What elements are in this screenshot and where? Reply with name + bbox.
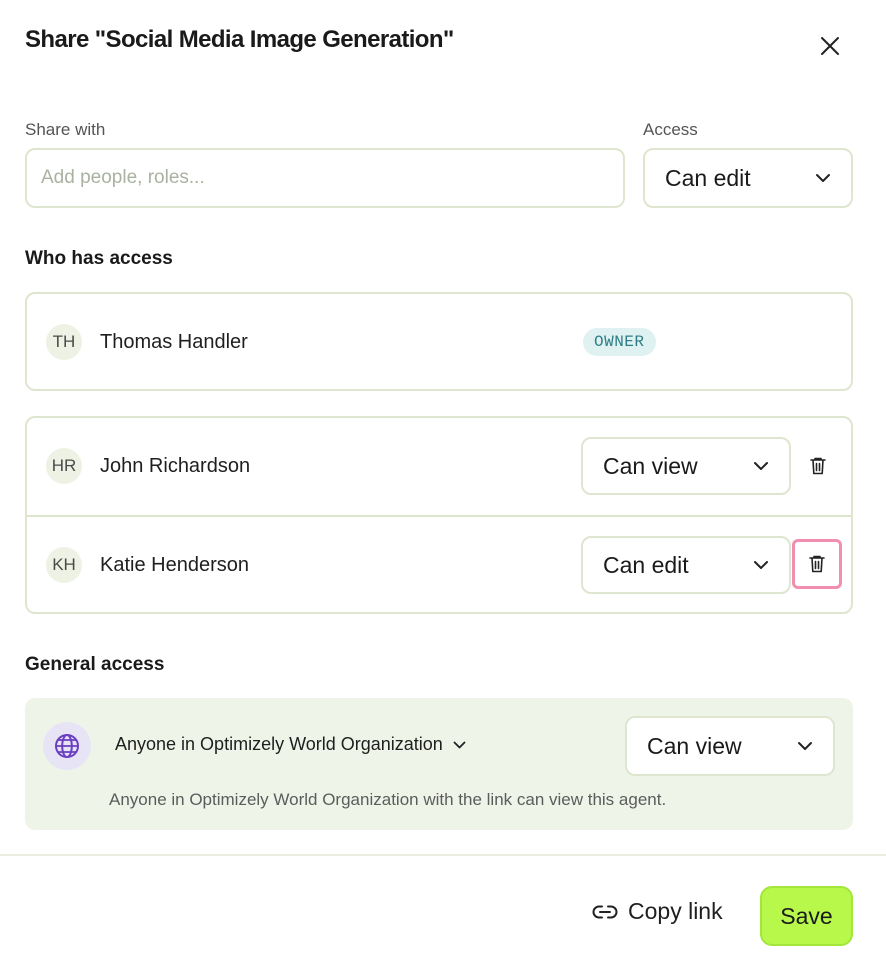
general-access-panel: Anyone in Optimizely World Organization … (25, 698, 853, 830)
close-icon (821, 37, 839, 55)
copy-link-button[interactable]: Copy link (592, 898, 723, 925)
access-select[interactable]: Can edit (643, 148, 853, 208)
member-row: HR John Richardson Can view (27, 418, 851, 514)
avatar: KH (46, 547, 82, 583)
footer-divider (0, 854, 886, 856)
owner-name: Thomas Handler (100, 330, 248, 353)
member-name: John Richardson (100, 454, 251, 477)
who-has-access-heading: Who has access (25, 248, 173, 269)
globe-badge (43, 722, 91, 770)
link-icon (592, 905, 618, 918)
chevron-down-icon (816, 174, 830, 182)
close-button[interactable] (814, 30, 846, 62)
save-button[interactable]: Save (760, 886, 853, 946)
members-card: HR John Richardson Can view KH Katie Hen… (25, 416, 853, 614)
share-with-label: Share with (25, 120, 106, 139)
general-access-scope: Anyone in Optimizely World Organization (115, 734, 443, 754)
dialog-title: Share "Social Media Image Generation" (25, 26, 454, 53)
owner-card: TH Thomas Handler OWNER (25, 292, 853, 391)
remove-member-button[interactable] (792, 539, 842, 589)
trash-icon (810, 457, 826, 475)
general-access-permission-select[interactable]: Can view (625, 716, 835, 776)
general-access-permission-value: Can view (647, 732, 742, 759)
general-access-scope-select[interactable]: Anyone in Optimizely World Organization (115, 734, 466, 755)
chevron-down-icon (798, 742, 812, 750)
chevron-down-icon (754, 561, 768, 569)
trash-icon (809, 555, 825, 573)
member-permission-select[interactable]: Can edit (581, 536, 791, 594)
owner-badge: OWNER (583, 328, 656, 356)
avatar: TH (46, 324, 82, 360)
chevron-down-icon (453, 741, 466, 748)
owner-row: TH Thomas Handler OWNER (27, 294, 851, 390)
member-permission-value: Can view (603, 452, 698, 479)
access-select-value: Can edit (665, 164, 751, 191)
general-access-heading: General access (25, 654, 165, 675)
access-label: Access (643, 120, 698, 139)
general-access-description: Anyone in Optimizely World Organization … (109, 790, 667, 809)
copy-link-label: Copy link (628, 898, 723, 924)
member-permission-select[interactable]: Can view (581, 437, 791, 495)
share-with-input[interactable] (25, 148, 625, 208)
globe-icon (55, 734, 79, 758)
chevron-down-icon (754, 462, 768, 470)
remove-member-button[interactable] (795, 443, 841, 489)
member-permission-value: Can edit (603, 551, 689, 578)
member-name: Katie Henderson (100, 553, 249, 576)
avatar: HR (46, 448, 82, 484)
member-row: KH Katie Henderson Can edit (27, 517, 851, 613)
